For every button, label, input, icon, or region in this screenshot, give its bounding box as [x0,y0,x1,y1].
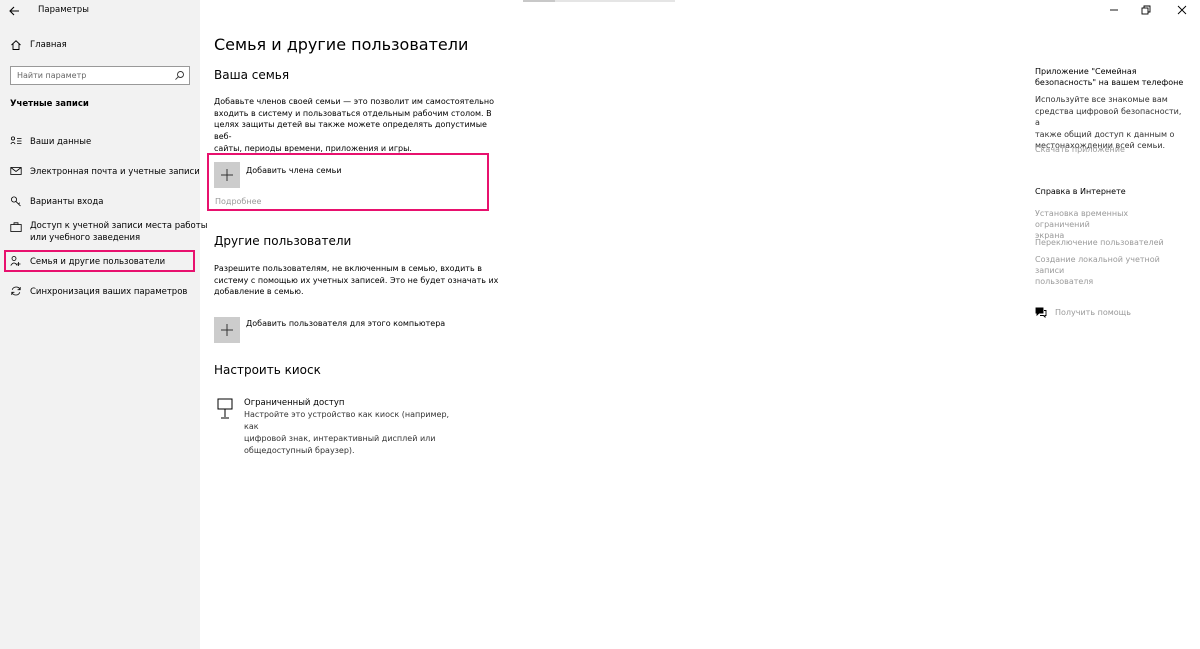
back-button[interactable] [6,3,24,19]
kiosk-desc-line: цифровой знак, интерактивный дисплей или [244,434,436,443]
title-bar: Параметры [0,0,200,22]
kiosk-desc-line: Настройте это устройство как киоск (напр… [244,410,450,431]
sidebar: Параметры Главная Учетные записи Ваши да… [0,0,207,649]
home-icon [11,40,21,50]
sync-icon [11,286,21,296]
help-link-line: Установка временных ограничений [1035,209,1129,229]
family-app-desc-line: также общий доступ к данным о [1035,129,1175,139]
family-app-description: Используйте все знакомые вам средства ци… [1035,94,1185,152]
selection-highlight [4,250,195,272]
search-box[interactable] [10,66,190,85]
sidebar-item-your-info[interactable]: Ваши данные [0,134,200,150]
briefcase-icon [10,222,22,232]
help-link-line: пользователя [1035,277,1094,286]
sidebar-home[interactable]: Главная [0,36,200,56]
family-app-title-line: безопасность" на вашем телефоне [1035,78,1184,87]
close-icon[interactable] [1176,4,1188,16]
user-card-icon [10,136,22,145]
kiosk-desc-line: общедоступный браузер). [244,446,355,455]
download-app-link[interactable]: Скачать приложение [1035,144,1185,155]
sidebar-item-sign-in[interactable]: Варианты входа [0,194,200,210]
add-family-highlight [207,153,489,211]
help-link-line: Переключение пользователей [1035,238,1164,247]
sidebar-item-label-line1: Доступ к учетной записи места работы [30,221,208,231]
family-app-desc-line: Используйте все знакомые вам [1035,95,1168,104]
chat-help-icon [1035,307,1047,318]
other-users-desc-line: добавление в семью. [214,287,304,297]
key-icon [11,196,21,207]
minimize-icon[interactable] [1108,4,1120,16]
help-title: Справка в Интернете [1035,187,1126,196]
get-help-link[interactable]: Получить помощь [1055,307,1175,318]
arrow-left-icon [9,6,19,16]
help-link-switch-users[interactable]: Переключение пользователей [1035,237,1185,248]
sidebar-item-label-line2: или учебного заведения [30,233,141,243]
help-link-line: Создание локальной учетной записи [1035,255,1160,275]
search-icon[interactable] [174,70,185,81]
sidebar-item-label: Варианты входа [30,197,104,207]
help-link-local-account[interactable]: Создание локальной учетной записи пользо… [1035,254,1185,287]
app-title: Параметры [38,5,89,15]
top-drag-indicator [523,0,675,2]
window-controls [1090,0,1200,22]
kiosk-description: Настройте это устройство как киоск (напр… [244,409,464,457]
sidebar-item-work-access[interactable]: Доступ к учетной записи места работы или… [0,219,207,245]
sidebar-item-email[interactable]: Электронная почта и учетные записи [0,164,200,180]
page-title: Семья и другие пользователи [214,35,469,54]
plus-icon [221,324,233,336]
family-desc-line: целях защиты детей вы также можете опред… [214,120,487,142]
kiosk-icon[interactable] [216,398,234,420]
family-heading: Ваша семья [214,68,290,82]
sidebar-item-sync[interactable]: Синхронизация ваших параметров [0,284,200,300]
family-app-title-line: Приложение "Семейная [1035,67,1137,76]
sidebar-section-title: Учетные записи [10,99,89,109]
search-input[interactable] [17,69,167,82]
other-users-description: Разрешите пользователям, не включенным в… [214,263,504,298]
family-app-title: Приложение "Семейная безопасность" на ва… [1035,66,1185,88]
sidebar-item-label: Ваши данные [30,137,92,147]
add-other-user-button[interactable]: Добавить пользователя для этого компьюте… [214,317,474,343]
family-app-desc-line: средства цифровой безопасности, а [1035,106,1182,128]
family-desc-line: Добавьте членов своей семьи — это позвол… [214,97,495,106]
family-desc-line: входить в систему и пользоваться отдельн… [214,108,492,118]
other-users-desc-line: систему с помощью их учетных записей. Эт… [214,275,499,285]
family-description: Добавьте членов своей семьи — это позвол… [214,96,504,155]
restore-icon[interactable] [1140,4,1152,16]
kiosk-heading: Настроить киоск [214,363,321,377]
other-users-desc-line: Разрешите пользователям, не включенным в… [214,264,482,273]
mail-icon [10,167,22,175]
add-other-user-label: Добавить пользователя для этого компьюте… [246,319,446,328]
sidebar-item-label: Синхронизация ваших параметров [30,287,188,297]
sidebar-item-label: Электронная почта и учетные записи [30,167,200,177]
other-users-heading: Другие пользователи [214,234,352,248]
kiosk-title[interactable]: Ограниченный доступ [244,398,344,408]
sidebar-home-label: Главная [30,40,67,50]
plus-box [214,317,240,343]
